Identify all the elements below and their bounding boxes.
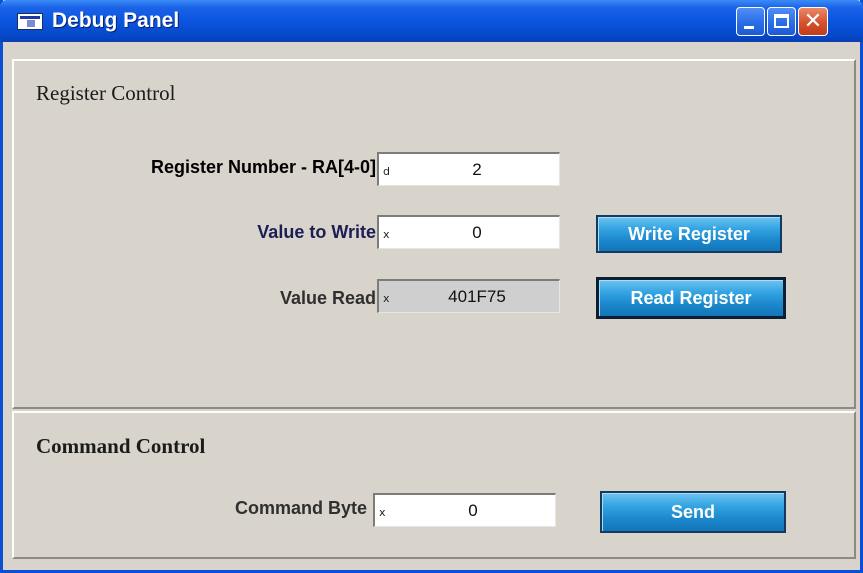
value-read-field: x 401F75 [377, 279, 560, 313]
close-icon: ✕ [803, 9, 823, 34]
command-control-panel: Command Control Command Byte x 0 Send [12, 411, 856, 559]
window-title: Debug Panel [52, 9, 180, 32]
minimize-icon [744, 26, 754, 29]
command-byte-field[interactable]: x 0 [373, 493, 556, 527]
close-button[interactable]: ✕ [798, 7, 828, 36]
debug-panel-window: Debug Panel ✕ Register Control Register … [0, 0, 863, 573]
radix-indicator: x [383, 292, 390, 305]
register-control-panel: Register Control Register Number - RA[4-… [12, 59, 856, 409]
command-control-title: Command Control [36, 434, 206, 458]
send-button[interactable]: Send [600, 491, 786, 533]
value-read-value: 401F75 [448, 287, 506, 306]
register-number-field[interactable]: d 2 [377, 152, 560, 186]
maximize-button[interactable] [767, 7, 796, 36]
command-byte-label: Command Byte [234, 498, 367, 518]
value-to-write-value: 0 [472, 223, 482, 242]
minimize-button[interactable] [736, 7, 765, 36]
command-byte-value: 0 [468, 501, 478, 520]
app-icon[interactable] [17, 13, 43, 30]
read-register-button[interactable]: Read Register [596, 277, 786, 319]
title-bar[interactable]: Debug Panel ✕ [0, 0, 863, 42]
maximize-icon [774, 14, 789, 28]
radix-indicator: x [379, 506, 386, 519]
value-to-write-label: Value to Write [257, 222, 376, 242]
write-register-button[interactable]: Write Register [596, 215, 782, 253]
radix-indicator: d [383, 165, 390, 178]
value-read-label: Value Read [279, 288, 376, 308]
radix-indicator: x [383, 228, 390, 241]
register-number-label: Register Number - RA[4-0] [150, 157, 376, 177]
value-to-write-field[interactable]: x 0 [377, 215, 560, 249]
register-control-title: Register Control [36, 81, 176, 105]
register-number-value: 2 [472, 160, 482, 179]
